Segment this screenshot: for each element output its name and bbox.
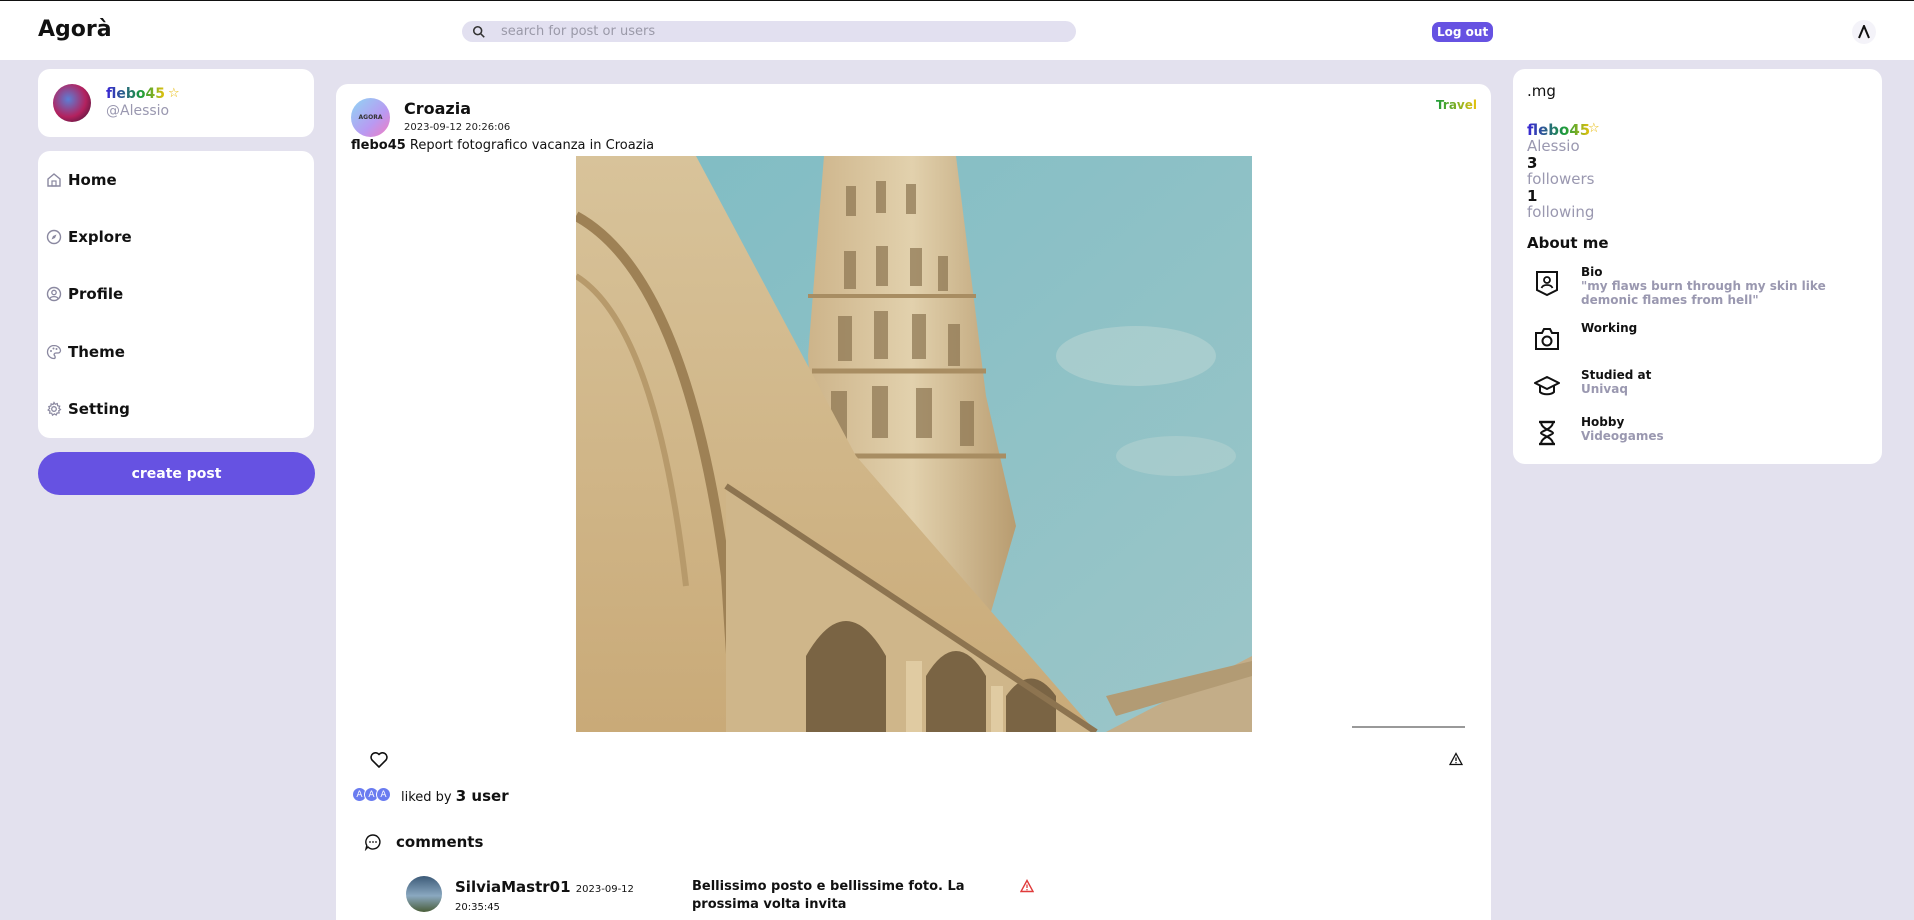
report-comment-button[interactable] (1019, 879, 1034, 894)
followers-label[interactable]: followers (1527, 170, 1594, 188)
info-value: Univaq (1581, 382, 1628, 396)
user-icon (46, 286, 62, 302)
post-caption-text: Report fotografico vacanza in Croazia (409, 138, 655, 153)
profile-card: .mg flebo45 ☆ Alessio 3 followers 1 foll… (1513, 69, 1882, 464)
create-post-button[interactable]: create post (38, 452, 315, 495)
top-bar: Agorà Log out (0, 0, 1914, 60)
info-label: Hobby (1581, 415, 1625, 429)
sidebar-item-theme[interactable]: Theme (46, 343, 125, 361)
star-icon: ☆ (1588, 121, 1600, 136)
info-label: Bio (1581, 265, 1603, 279)
like-button[interactable] (368, 750, 390, 772)
sidebar-item-setting[interactable]: Setting (46, 400, 130, 418)
comment-time: 20:35:45 (455, 902, 500, 913)
post-caption: flebo45 Report fotografico vacanza in Cr… (351, 138, 654, 153)
report-post-button[interactable] (1448, 752, 1464, 768)
comment-author: SilviaMastr01 2023-09-12 (455, 878, 634, 896)
sidebar-item-label: Home (68, 171, 117, 189)
user-card-handle: @Alessio (106, 103, 170, 119)
star-icon: ☆ (168, 86, 180, 101)
search-bar[interactable] (462, 21, 1076, 42)
post-author-avatar[interactable]: AGORA (351, 98, 390, 137)
gear-icon (47, 401, 62, 417)
sidebar-item-home[interactable]: Home (46, 171, 117, 189)
info-studied-at: Studied at Univaq (1527, 368, 1861, 404)
warning-icon (1448, 752, 1464, 766)
comment-date: 2023-09-12 (575, 884, 634, 895)
liker-avatar: A (376, 787, 391, 802)
comment-icon (364, 834, 381, 851)
liked-by-text: liked by 3 user (401, 787, 509, 805)
post-avatar-text: AGORA (358, 114, 383, 121)
info-label: Working (1581, 321, 1638, 335)
comments-label: comments (396, 833, 484, 851)
liked-by-prefix: liked by (401, 790, 452, 805)
camera-icon (1535, 328, 1559, 350)
logout-button[interactable]: Log out (1432, 22, 1494, 42)
avatar (53, 84, 91, 122)
post-date: 2023-09-12 20:26:06 (404, 122, 511, 133)
id-badge-icon (1536, 271, 1558, 297)
account-avatar[interactable] (1852, 20, 1876, 44)
heart-icon (370, 752, 388, 768)
profile-image-alt: .mg (1527, 82, 1556, 100)
info-hobby: Hobby Videogames (1527, 415, 1861, 451)
sidebar-item-profile[interactable]: Profile (46, 285, 123, 303)
app-logo[interactable]: Agorà (38, 17, 112, 42)
post-card: AGORA Croazia 2023-09-12 20:26:06 Travel… (336, 84, 1491, 920)
sidebar-item-label: Setting (68, 400, 130, 418)
info-value: Videogames (1581, 429, 1664, 443)
palette-icon (46, 344, 62, 360)
comment-author-avatar[interactable] (406, 876, 442, 912)
user-card-username: flebo45 (106, 86, 165, 102)
info-working: Working (1527, 321, 1861, 357)
comment-text: Bellissimo posto e bellissime foto. La p… (692, 879, 965, 912)
post-author[interactable]: flebo45 (351, 138, 406, 153)
post-photo (576, 156, 1252, 732)
info-label: Studied at (1581, 368, 1652, 382)
image-slider-indicator[interactable] (1352, 726, 1465, 728)
warning-icon (1019, 879, 1034, 893)
info-bio: Bio "my flaws burn through my skin like … (1527, 265, 1861, 307)
hourglass-icon (1539, 420, 1555, 446)
liked-by-count[interactable]: 3 user (456, 787, 509, 805)
graduation-cap-icon (1534, 376, 1560, 396)
sidebar-nav: Home Explore Profile Theme Setting (38, 151, 314, 438)
about-me-title: About me (1527, 234, 1609, 252)
comment-username[interactable]: SilviaMastr01 (455, 878, 571, 896)
sidebar-item-label: Profile (68, 285, 124, 303)
post-category-tag[interactable]: Travel (1436, 98, 1477, 112)
profile-name: Alessio (1527, 137, 1580, 155)
info-value: "my flaws burn through my skin like demo… (1581, 279, 1826, 307)
home-icon (47, 173, 61, 187)
comments-header[interactable]: comments (364, 833, 483, 851)
user-card[interactable]: flebo45 ☆ @Alessio (38, 69, 314, 137)
post-title: Croazia (404, 99, 472, 118)
agora-logo-icon (1858, 25, 1870, 39)
search-input[interactable] (501, 24, 1061, 39)
following-label[interactable]: following (1527, 203, 1594, 221)
sidebar-item-label: Explore (68, 228, 132, 246)
compass-icon (46, 229, 62, 245)
likers-avatars[interactable]: A A A (352, 787, 391, 802)
sidebar-item-explore[interactable]: Explore (46, 228, 132, 246)
post-image[interactable] (576, 156, 1252, 732)
sidebar-item-label: Theme (68, 343, 125, 361)
search-icon (472, 25, 485, 38)
